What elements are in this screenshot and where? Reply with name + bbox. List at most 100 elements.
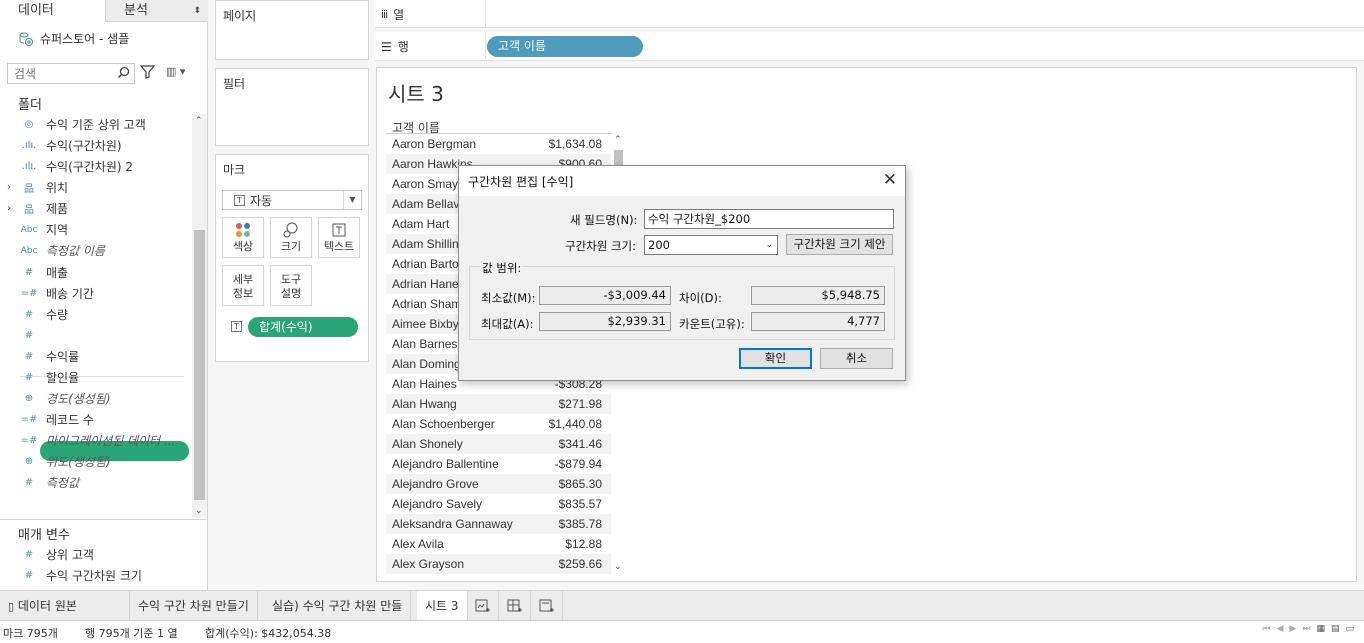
scroll-up-icon[interactable]: ⌃ (614, 135, 622, 145)
new-dashboard-button[interactable] (499, 591, 531, 621)
profit-value: $1,440.08 (548, 417, 602, 431)
bin-size-select[interactable]: 200 ⌄ (644, 235, 778, 255)
profit-value: $835.57 (558, 497, 602, 511)
field-item[interactable]: › 品 위치 (0, 177, 190, 198)
field-item[interactable]: › 品 제품 (0, 198, 190, 219)
table-row[interactable]: Alex Avila $12.88 (386, 534, 611, 554)
field-item[interactable]: # 할인율 (0, 367, 190, 388)
filter-icon[interactable] (140, 65, 155, 79)
field-item[interactable]: # 수익률 (0, 346, 190, 367)
field-search[interactable] (7, 63, 135, 84)
expand-arrow-icon[interactable]: › (7, 182, 11, 193)
rows-pill-customer-name[interactable]: 고객 이름 (487, 36, 643, 57)
detail-label-text: 세부 정보 (232, 273, 254, 300)
size-button[interactable]: 크기 (270, 217, 312, 258)
columns-label: 열 (393, 8, 405, 22)
field-label: 측정값 (46, 476, 80, 490)
scrollbar-thumb[interactable] (194, 230, 205, 500)
scroll-down-icon[interactable]: ⌄ (614, 562, 622, 572)
table-row[interactable]: Alejandro Grove $865.30 (386, 474, 611, 494)
scroll-up-icon[interactable]: ⌃ (195, 116, 203, 126)
columns-drop-area[interactable] (485, 0, 1364, 27)
field-item[interactable]: .ılı. 수익(구간차원) 2 (0, 156, 190, 177)
pages-card[interactable]: 페이지 (215, 0, 369, 60)
field-item[interactable]: Abc 측정값 이름 (0, 240, 190, 261)
field-list-scrollbar[interactable]: ⌃ ⌄ (192, 114, 207, 518)
diff-value: $5,948.75 (751, 286, 885, 305)
profit-value: $865.30 (558, 477, 602, 491)
first-sheet-icon[interactable]: ⏮ (1262, 624, 1270, 634)
expand-arrow-icon[interactable]: › (7, 203, 11, 214)
tab-sheet-1[interactable]: 수익 구간 차원 만들기 (130, 591, 258, 621)
filters-card[interactable]: 필터 (215, 68, 369, 146)
table-row[interactable]: Aaron Bergman $1,634.08 (386, 134, 611, 154)
columns-shelf[interactable]: iii 열 (375, 0, 1364, 28)
mark-type-dropdown[interactable]: T 자동 ▼ (222, 190, 362, 210)
tab-sheet-2[interactable]: 실습) 수익 구간 차원 만들 (264, 591, 412, 621)
color-button[interactable]: 색상 (222, 217, 264, 258)
dropdown-arrow-icon: ▼ (343, 191, 361, 209)
hierarchy-icon: 品 (24, 205, 34, 216)
param-item[interactable]: # 상위 고객 (0, 544, 190, 564)
detail-label: 세부 정보 (223, 273, 263, 301)
field-item[interactable]: # 측정값 (0, 472, 190, 493)
tab-analysis[interactable]: 분석 ⬍ (105, 0, 208, 22)
number-icon: # (24, 477, 34, 488)
params-divider (0, 519, 208, 520)
table-row[interactable]: Alejandro Ballentine -$879.94 (386, 454, 611, 474)
param-item[interactable]: # 수익 구간차원 크기 (0, 565, 190, 585)
datasource-item[interactable]: 슈퍼스토어 - 샘플 (18, 30, 129, 47)
ok-button[interactable]: 확인 (739, 348, 812, 369)
field-item[interactable]: ⊕ 경도(생성됨) (0, 388, 190, 409)
field-item[interactable]: # 수량 (0, 304, 190, 325)
detail-button[interactable]: 세부 정보 (222, 265, 264, 306)
view-options-icon[interactable]: ▥ ▾ (166, 65, 185, 78)
field-item-selected[interactable]: # 수익 (0, 325, 190, 346)
tab-sheet-3[interactable]: 시트 3 (417, 591, 468, 621)
table-row[interactable]: Alan Shonely $341.46 (386, 434, 611, 454)
search-input[interactable] (8, 64, 108, 83)
marks-pill-sum-profit[interactable]: 합계(수익) (248, 317, 358, 337)
tabs-view-icon[interactable]: ▭ (1345, 624, 1354, 634)
field-name-input[interactable]: 수익 구간차원_$200 (644, 209, 894, 229)
rows-icon: ☰ (381, 39, 392, 54)
suggest-bin-size-button[interactable]: 구간차원 크기 제안 (786, 234, 893, 255)
new-sheet-button[interactable] (467, 591, 499, 621)
field-item[interactable]: =# 마이그레이션된 데이터 ... (0, 430, 190, 451)
customer-name: Alejandro Grove (392, 477, 479, 491)
field-label: 위도(생성됨) (46, 455, 111, 469)
table-row[interactable]: Alan Schoenberger $1,440.08 (386, 414, 611, 434)
field-list: ◎ 수익 기준 상위 고객 .ılı. 수익(구간차원) .ılı. 수익(구간… (0, 114, 192, 518)
close-icon[interactable]: ✕ (883, 170, 897, 190)
tab-datasource[interactable]: ▯ 데이터 원본 (0, 591, 130, 621)
scroll-down-icon[interactable]: ⌄ (195, 506, 203, 516)
filmstrip-icon[interactable]: ▤ (1331, 624, 1340, 634)
new-story-icon (539, 599, 554, 612)
field-item[interactable]: =# 배송 기간 (0, 283, 190, 304)
tab-data[interactable]: 데이터 (0, 0, 105, 22)
sheet-title[interactable]: 시트 3 (388, 78, 444, 107)
new-story-button[interactable] (531, 591, 563, 621)
field-item[interactable]: ⊕ 위도(생성됨) (0, 451, 190, 472)
tooltip-button[interactable]: 도구 설명 (270, 265, 312, 306)
table-row[interactable]: Alejandro Savely $835.57 (386, 494, 611, 514)
prev-sheet-icon[interactable]: ◀ (1277, 624, 1284, 634)
field-item[interactable]: # 매출 (0, 262, 190, 283)
next-sheet-icon[interactable]: ▶ (1289, 624, 1296, 634)
table-row[interactable]: Alan Hwang $271.98 (386, 394, 611, 414)
field-item[interactable]: =# 레코드 수 (0, 409, 190, 430)
field-label: 지역 (46, 223, 69, 237)
last-sheet-icon[interactable]: ⏭ (1302, 624, 1310, 634)
cancel-button[interactable]: 취소 (820, 348, 893, 369)
field-item[interactable]: .ılı. 수익(구간차원) (0, 135, 190, 156)
search-icon[interactable] (117, 66, 130, 79)
table-row[interactable]: Alex Grayson $259.66 (386, 554, 611, 574)
field-item[interactable]: ◎ 수익 기준 상위 고객 (0, 114, 190, 135)
sheet-sorter-icon[interactable]: ▦ (1316, 624, 1325, 634)
profit-value: -$879.94 (554, 457, 602, 471)
field-label: 위치 (46, 181, 69, 195)
new-dashboard-icon (507, 599, 522, 612)
table-row[interactable]: Aleksandra Gannaway $385.78 (386, 514, 611, 534)
field-item[interactable]: Abc 지역 (0, 219, 190, 240)
text-button[interactable]: 텍스트 (318, 217, 360, 258)
